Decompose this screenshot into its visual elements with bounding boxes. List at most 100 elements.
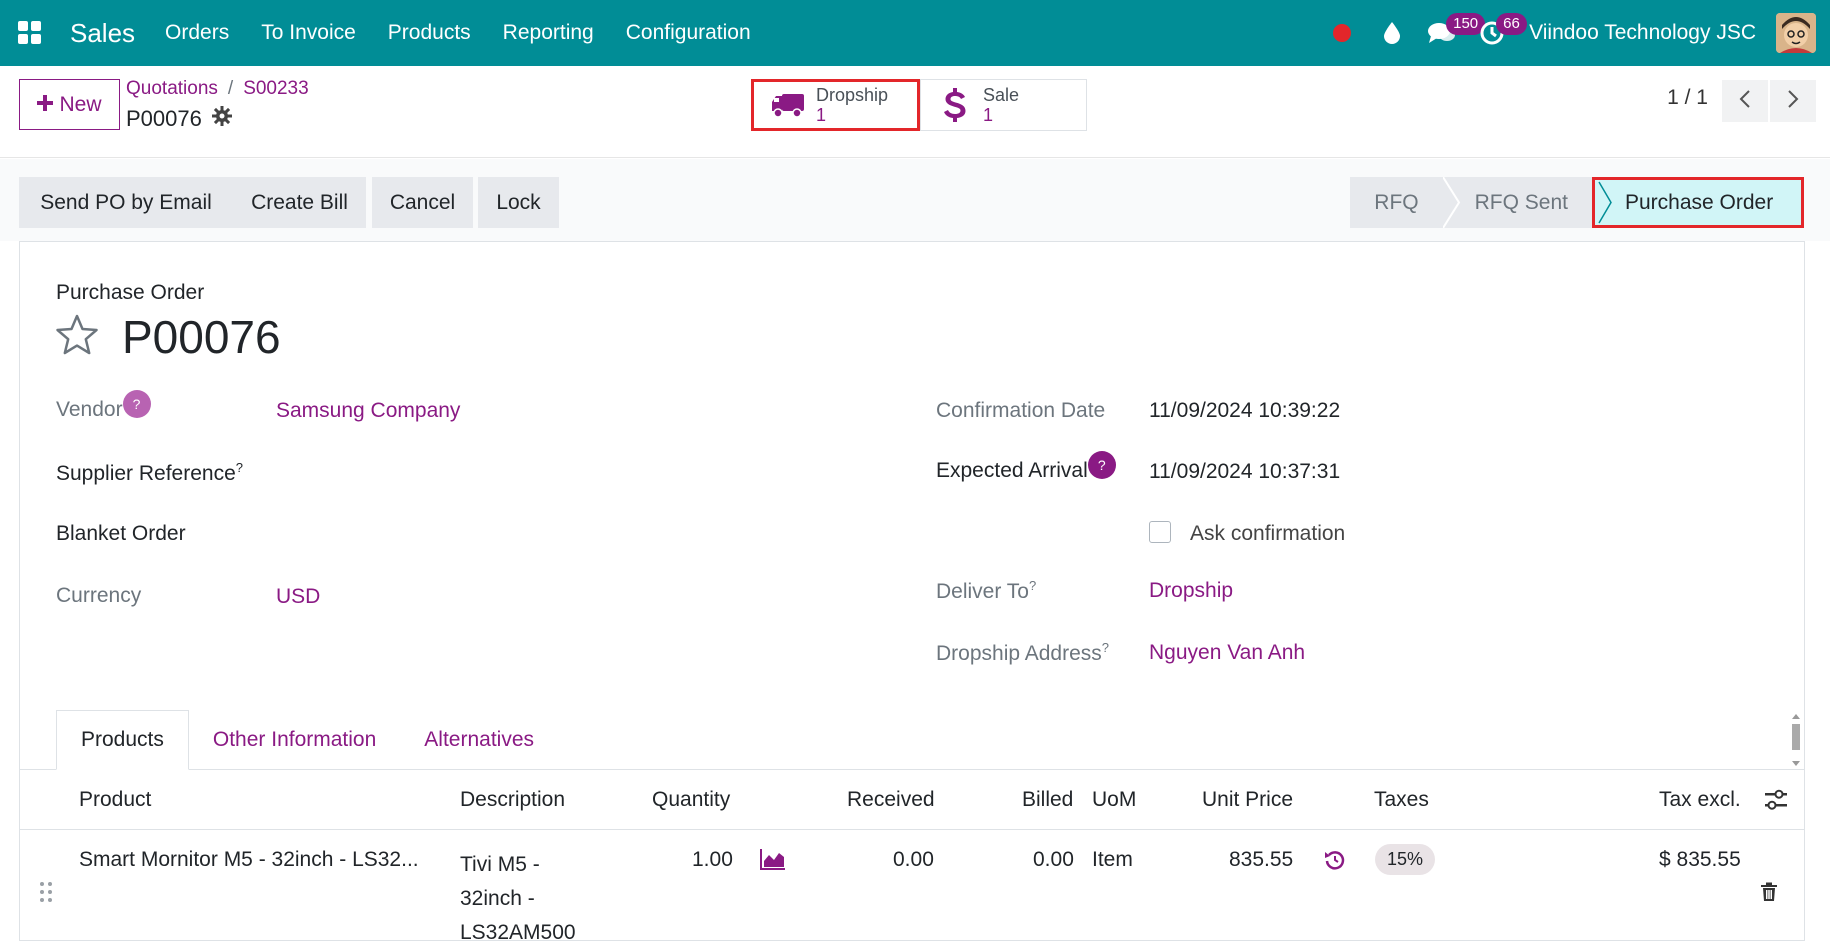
pager-previous-button[interactable]: [1722, 80, 1768, 122]
lock-button[interactable]: Lock: [478, 177, 559, 228]
dropship-address-field[interactable]: Nguyen Van Anh: [1149, 641, 1305, 665]
pager-value[interactable]: 1 / 1: [1667, 86, 1708, 110]
row-unit-price[interactable]: 835.55: [1229, 848, 1293, 872]
column-tax-excl[interactable]: Tax excl.: [1659, 788, 1741, 812]
row-description-line: 32inch -: [460, 887, 535, 910]
trash-icon[interactable]: [1760, 882, 1778, 907]
expected-arrival-label: Expected Arrival?: [936, 451, 1116, 487]
row-description-line: Tivi M5 -: [460, 853, 540, 876]
confirmation-date-field: 11/09/2024 10:39:22: [1149, 399, 1341, 422]
sale-smart-button[interactable]: Sale 1: [920, 79, 1087, 131]
ask-confirmation-label[interactable]: Ask confirmation: [1190, 522, 1345, 546]
order-lines-header: Product Description Quantity Received Bi…: [19, 770, 1805, 830]
price-history-icon[interactable]: [1324, 849, 1346, 876]
dropship-count: 1: [816, 105, 827, 125]
cancel-button[interactable]: Cancel: [372, 177, 473, 228]
create-bill-button[interactable]: Create Bill: [233, 177, 366, 228]
column-unit-price[interactable]: Unit Price: [1202, 788, 1293, 812]
form-statusbar-area: Send PO by Email Create Bill Cancel Lock…: [0, 159, 1830, 241]
deliver-to-field[interactable]: Dropship: [1149, 579, 1233, 603]
stage-rfq[interactable]: RFQ: [1350, 177, 1443, 228]
vendor-field[interactable]: Samsung Company: [276, 399, 460, 423]
vendor-label: Vendor?: [56, 390, 151, 426]
top-navbar: Sales Orders To Invoice Products Reporti…: [0, 0, 1830, 66]
row-billed: 0.00: [1033, 848, 1074, 871]
vendor-help-icon[interactable]: ?: [122, 390, 151, 418]
app-name[interactable]: Sales: [70, 18, 135, 49]
column-quantity[interactable]: Quantity: [652, 788, 730, 812]
deliver-to-label: Deliver To?: [936, 578, 1036, 604]
blanket-order-field[interactable]: [276, 517, 836, 551]
tab-other-information[interactable]: Other Information: [189, 710, 400, 770]
expected-arrival-help-icon[interactable]: ?: [1087, 451, 1116, 479]
tab-alternatives[interactable]: Alternatives: [400, 710, 558, 770]
dropship-smart-button[interactable]: Dropship 1: [751, 79, 920, 131]
new-button-label: New: [59, 92, 102, 116]
tab-products[interactable]: Products: [56, 710, 189, 770]
deliver-to-help-icon[interactable]: ?: [1029, 578, 1036, 593]
messages-icon[interactable]: 150: [1420, 11, 1486, 55]
send-po-email-button[interactable]: Send PO by Email: [19, 177, 233, 228]
sale-label: Sale: [983, 85, 1020, 105]
column-uom[interactable]: UoM: [1092, 788, 1136, 812]
deliver-to-label-text: Deliver To: [936, 580, 1029, 603]
notebook-tabs: Products Other Information Alternatives: [56, 710, 558, 770]
row-tax-badge[interactable]: 15%: [1375, 844, 1436, 875]
stage-rfq-label: RFQ: [1374, 190, 1419, 214]
supplier-reference-label-text: Supplier Reference: [56, 462, 236, 485]
navbar-systray: 150 66 Viindoo Technology JSC: [1317, 0, 1830, 66]
star-icon[interactable]: [55, 314, 99, 361]
dropship-label: Dropship: [816, 85, 889, 105]
user-avatar[interactable]: [1776, 13, 1816, 53]
row-quantity[interactable]: 1.00: [692, 848, 733, 872]
chevron-right-icon: [1787, 89, 1799, 114]
current-record-name: P00076: [126, 106, 202, 131]
currency-field[interactable]: USD: [276, 585, 320, 609]
menu-reporting[interactable]: Reporting: [487, 21, 610, 45]
row-tax-excl: $ 835.55: [1659, 848, 1741, 871]
row-uom[interactable]: Item: [1092, 848, 1133, 872]
menu-orders[interactable]: Orders: [149, 21, 245, 45]
column-settings-sliders-icon[interactable]: [1764, 788, 1788, 817]
form-subtitle: Purchase Order: [56, 281, 205, 304]
record-status-dot-icon[interactable]: [1320, 11, 1364, 55]
supplier-reference-help-icon[interactable]: ?: [236, 460, 243, 475]
column-taxes[interactable]: Taxes: [1374, 788, 1429, 812]
column-received[interactable]: Received: [847, 788, 935, 812]
dropship-address-help-icon[interactable]: ?: [1102, 640, 1109, 655]
breadcrumb-quotations[interactable]: Quotations: [126, 78, 218, 99]
theme-drop-icon[interactable]: [1370, 11, 1414, 55]
stage-rfq-sent[interactable]: RFQ Sent: [1442, 177, 1592, 228]
stage-purchase-order[interactable]: Purchase Order: [1592, 177, 1804, 228]
pager-next-button[interactable]: [1770, 80, 1816, 122]
column-billed[interactable]: Billed: [1022, 788, 1073, 812]
app-grid-icon[interactable]: [14, 17, 46, 49]
menu-products[interactable]: Products: [372, 21, 487, 45]
vendor-label-text: Vendor: [56, 398, 123, 421]
confirmation-date-label: Confirmation Date: [936, 399, 1106, 422]
column-description[interactable]: Description: [460, 788, 565, 812]
new-button[interactable]: New: [19, 79, 120, 130]
dropship-address-label-text: Dropship Address: [936, 642, 1102, 665]
menu-to-invoice[interactable]: To Invoice: [245, 21, 372, 45]
row-description-line: LS32AM500: [460, 921, 576, 944]
company-switcher[interactable]: Viindoo Technology JSC: [1529, 21, 1756, 45]
scrollbar[interactable]: [1789, 712, 1803, 768]
stage-purchase-order-label: Purchase Order: [1625, 190, 1774, 214]
menu-configuration[interactable]: Configuration: [610, 21, 767, 45]
gear-icon[interactable]: [211, 106, 232, 132]
ask-confirmation-checkbox[interactable]: [1149, 521, 1171, 543]
form-title: P00076: [122, 311, 281, 363]
supplier-reference-field[interactable]: [276, 455, 836, 489]
activities-clock-icon[interactable]: 66: [1470, 11, 1527, 55]
expected-arrival-field[interactable]: 11/09/2024 10:37:31: [1149, 460, 1340, 484]
forecast-chart-icon[interactable]: [760, 848, 786, 875]
drag-handle-icon[interactable]: [38, 880, 54, 909]
column-product[interactable]: Product: [79, 788, 151, 812]
sale-smart-text: Sale 1: [983, 85, 1019, 125]
dropship-smart-text: Dropship 1: [816, 85, 888, 125]
breadcrumb-s00233[interactable]: S00233: [243, 78, 309, 99]
activities-badge: 66: [1496, 13, 1527, 35]
row-product[interactable]: Smart Mornitor M5 - 32inch - LS32...: [79, 848, 419, 872]
row-description[interactable]: Tivi M5 - 32inch - LS32AM500: [460, 848, 576, 950]
